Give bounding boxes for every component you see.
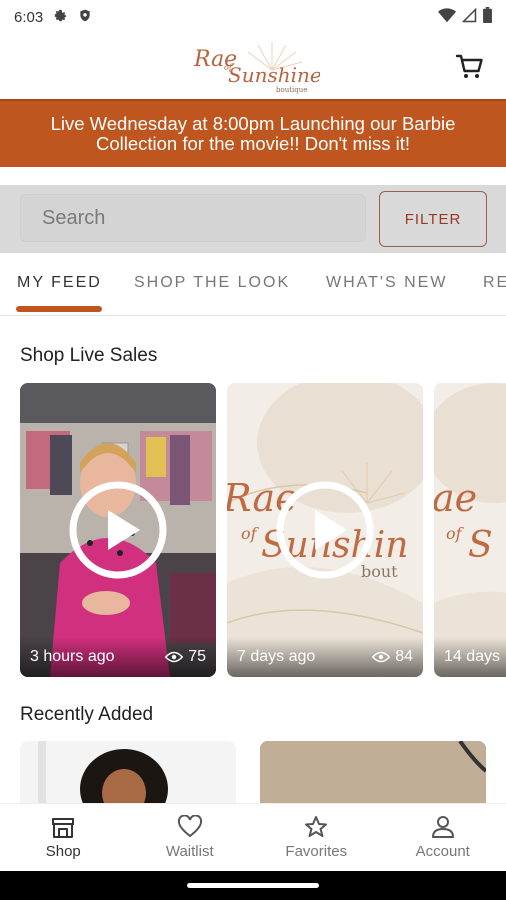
card-time-ago: 7 days ago [237,648,316,665]
active-tab-indicator [16,306,102,312]
system-gesture-bar [0,871,506,900]
svg-text:Sunshine: Sunshine [228,63,320,87]
card-time-ago: 14 days [444,648,501,665]
shop-icon [52,818,75,838]
search-placeholder: Search [42,206,106,229]
nav-shop-label: Shop [45,843,81,860]
play-icon[interactable] [68,480,168,580]
live-sales-heading: Shop Live Sales [20,345,158,366]
live-sale-thumbnail: ae of S [434,383,506,677]
battery-icon [483,7,492,27]
status-bar: 6:03 [0,0,506,34]
card-view-count: 84 [372,648,413,666]
cart-button[interactable] [454,50,486,82]
status-time: 6:03 [14,8,44,26]
svg-text:S: S [468,525,493,566]
eye-icon [372,651,391,663]
views-value: 84 [395,648,413,665]
star-icon [305,816,328,837]
tab-overflow[interactable]: RE [483,274,506,292]
svg-text:ae: ae [434,476,477,520]
shield-icon [78,8,92,27]
bottom-navigation: Shop Waitlist Favorites Account [0,803,506,871]
card-meta: 14 days [434,637,506,677]
nav-waitlist-label: Waitlist [165,843,214,860]
nav-favorites[interactable]: Favorites [253,804,380,871]
wifi-icon [438,7,456,27]
search-input[interactable]: Search [20,194,366,242]
recently-added-heading: Recently Added [20,704,154,725]
product-thumbnail [20,741,236,803]
announcement-banner[interactable]: Live Wednesday at 8:00pm Launching our B… [0,99,506,167]
cell-signal-icon [461,7,477,27]
nav-waitlist[interactable]: Waitlist [127,804,254,871]
nav-shop[interactable]: Shop [0,804,127,871]
recently-added-carousel[interactable] [20,741,506,803]
feed-tabs: MY FEED SHOP THE LOOK WHAT'S NEW RE [0,262,506,316]
filter-label: FILTER [404,210,462,228]
product-card[interactable] [20,741,236,803]
nav-account-label: Account [415,843,470,860]
product-card[interactable] [260,741,486,803]
shopping-cart-icon [455,54,483,78]
card-meta: 7 days ago 84 [227,637,423,677]
brand-logo[interactable]: Rae of Sunshine boutique [190,40,322,94]
live-sale-card[interactable]: 3 hours ago 75 [20,383,216,677]
live-sale-card[interactable]: Rae of Sunshin bout 7 days ago 84 [227,383,423,677]
eye-icon [165,651,184,663]
heart-icon [177,815,202,838]
product-thumbnail [260,741,486,803]
filter-button[interactable]: FILTER [379,191,487,247]
card-view-count: 75 [165,648,206,666]
live-sales-carousel[interactable]: 3 hours ago 75 Rae of Sunshin bout 7 day… [20,383,506,677]
person-icon [431,816,454,838]
tab-my-feed[interactable]: MY FEED [17,274,102,292]
card-time-ago: 3 hours ago [30,648,115,665]
nav-account[interactable]: Account [380,804,506,871]
svg-text:boutique: boutique [276,86,307,94]
tab-shop-the-look[interactable]: SHOP THE LOOK [134,274,290,292]
card-meta: 3 hours ago 75 [20,637,216,677]
banner-text: Live Wednesday at 8:00pm Launching our B… [50,113,456,154]
tab-whats-new[interactable]: WHAT'S NEW [326,274,447,292]
play-icon[interactable] [275,480,375,580]
settings-gear-icon [53,8,68,27]
home-gesture-handle[interactable] [187,883,319,888]
nav-favorites-label: Favorites [285,843,348,860]
search-bar-container: Search FILTER [0,185,506,253]
views-value: 75 [188,648,206,665]
live-sale-card[interactable]: ae of S 14 days [434,383,506,677]
app-header: Rae of Sunshine boutique [0,34,506,98]
